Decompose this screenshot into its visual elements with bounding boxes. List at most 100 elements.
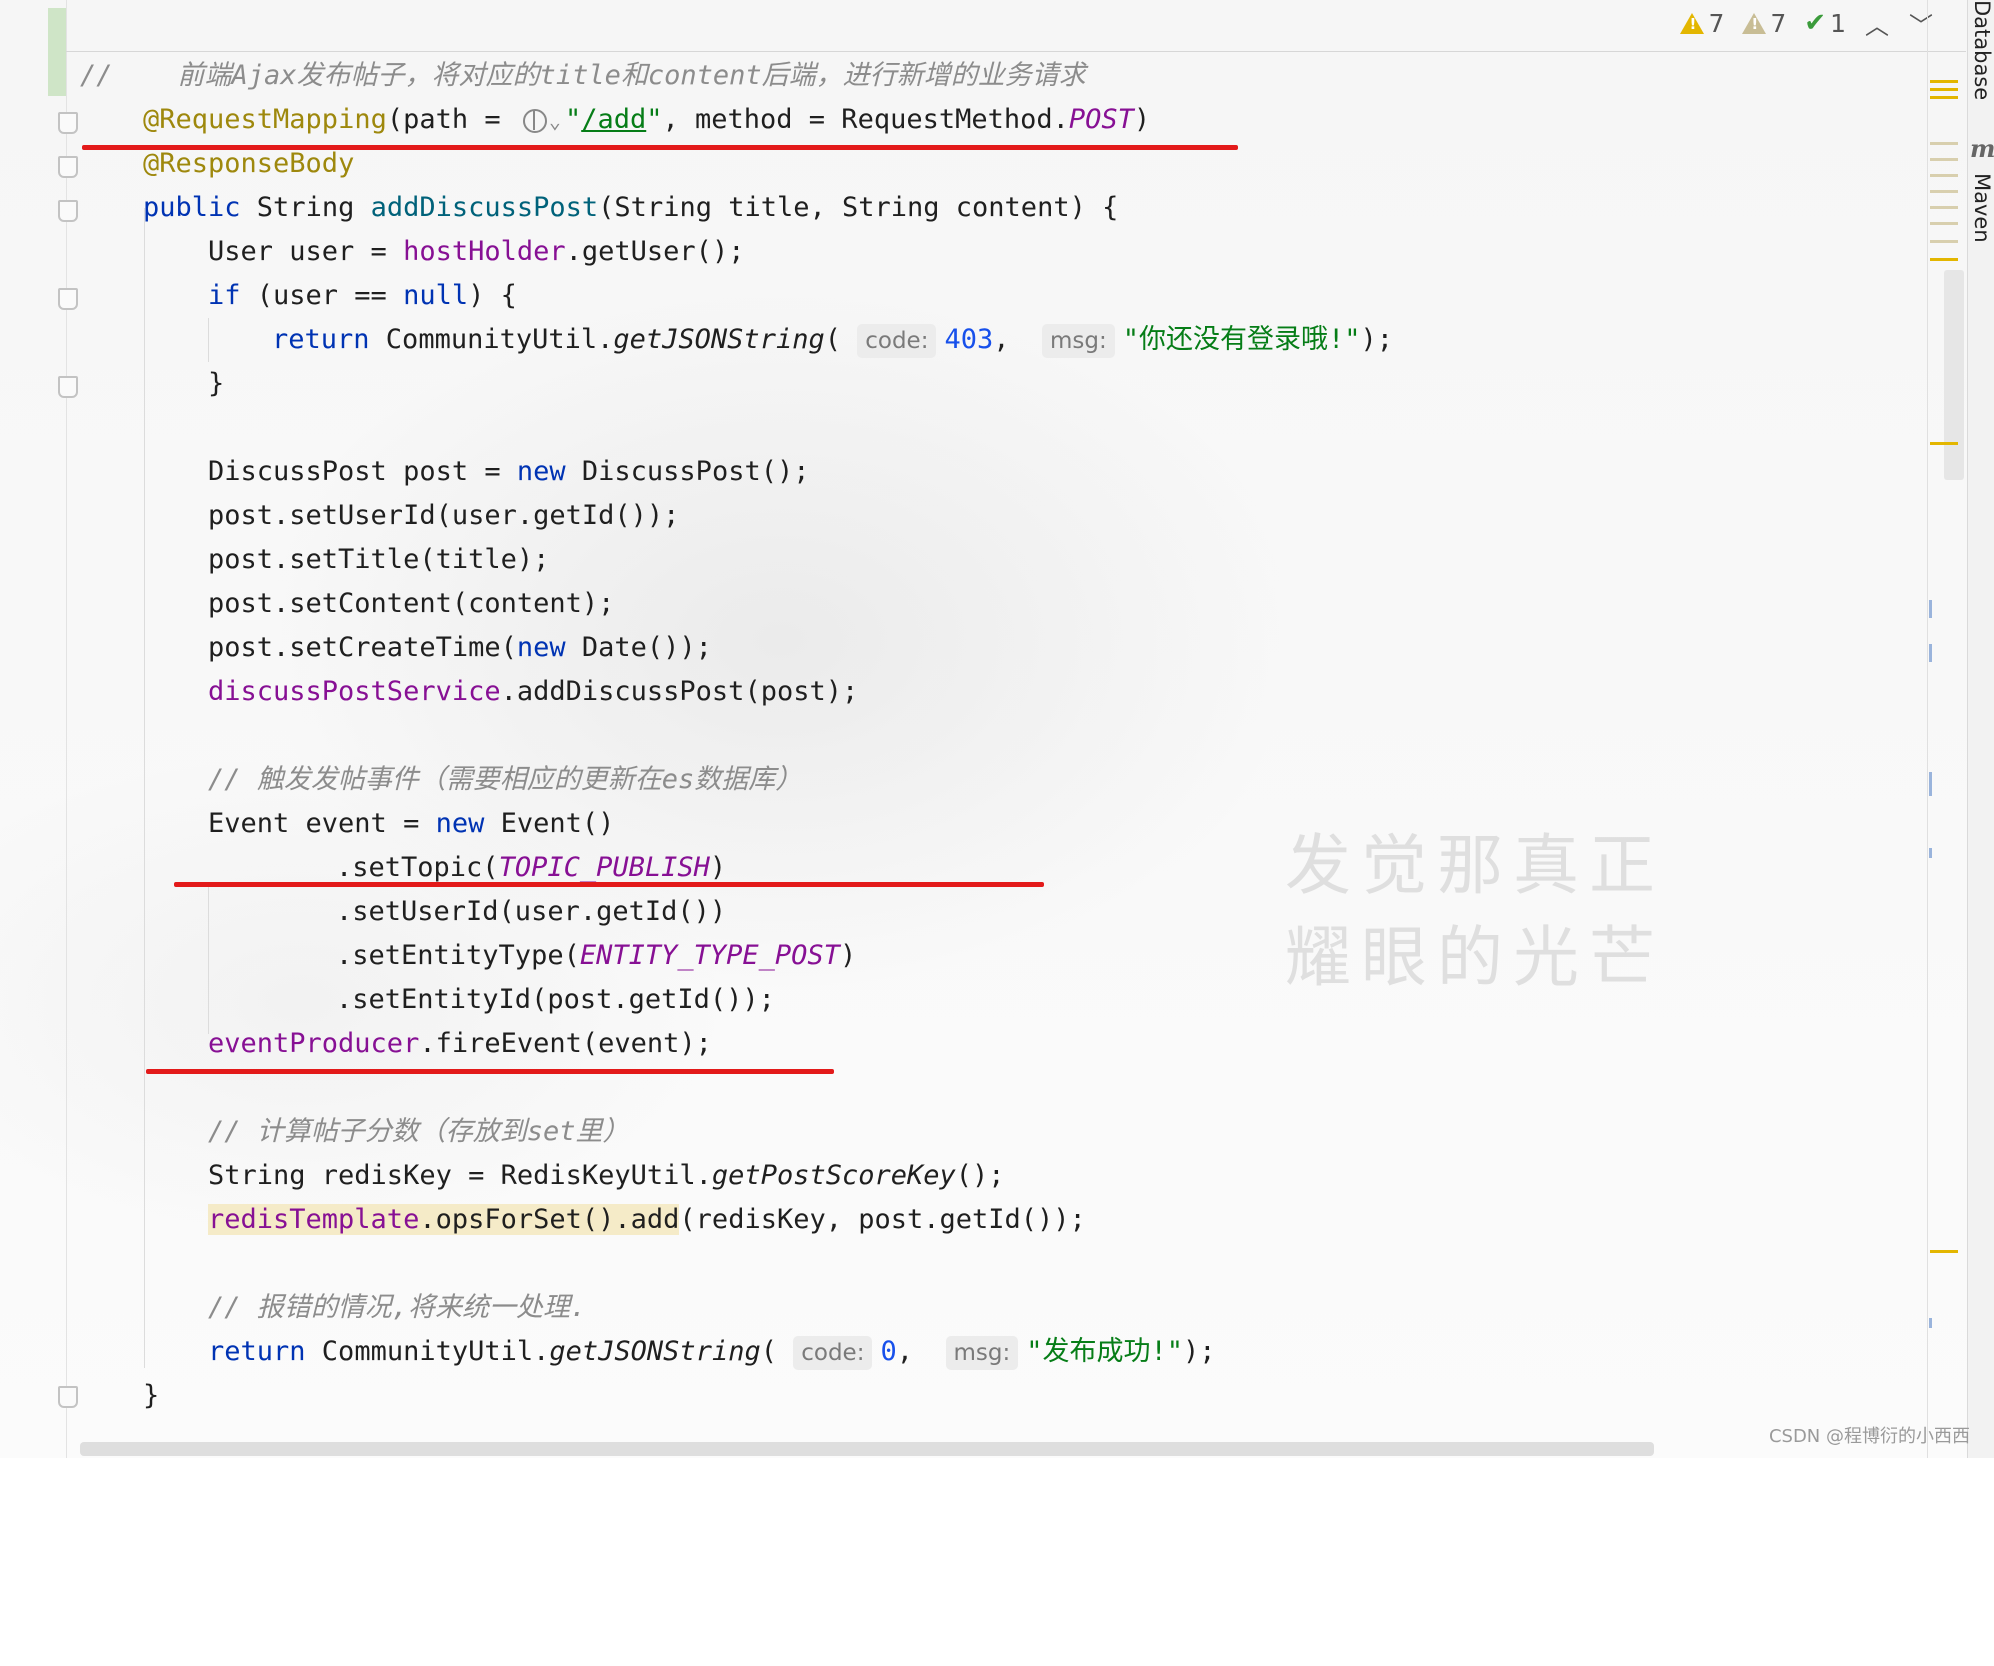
- warning-marker[interactable]: [1930, 1250, 1958, 1253]
- keyword: return: [208, 1336, 306, 1367]
- annotation-underline: [82, 145, 1238, 150]
- keyword: new: [435, 808, 485, 839]
- chevron-down-icon[interactable]: ⌄: [549, 109, 561, 133]
- horizontal-scrollbar[interactable]: [80, 1442, 1654, 1456]
- warning-marker[interactable]: [1930, 442, 1958, 445]
- code-line-13: post.setCreateTime(new Date());: [208, 626, 712, 670]
- code-text: Event event =: [208, 808, 436, 839]
- comment-text: // 触发发帖事件（需要相应的更新在es数据库）: [208, 764, 803, 795]
- string-quote: ": [564, 104, 582, 135]
- typos-count: 1: [1830, 8, 1846, 38]
- check-icon: ✔: [1804, 8, 1827, 38]
- code-text: (: [760, 1336, 794, 1367]
- code-text: CommunityUtil.: [369, 324, 614, 355]
- code-text: ,: [993, 324, 1043, 355]
- source-credit: CSDN @程博衍的小西西: [1768, 1426, 1970, 1447]
- code-text: String redisKey = RedisKeyUtil.: [208, 1160, 712, 1191]
- fold-icon[interactable]: [58, 200, 78, 222]
- warnings-indicator[interactable]: 7: [1680, 9, 1724, 38]
- code-line-2: @RequestMapping(path = ⌄ "/add", method =…: [143, 98, 1150, 142]
- vertical-scrollbar[interactable]: [1944, 270, 1964, 480]
- weak-warning-triangle-icon: [1742, 12, 1767, 34]
- code-text: .setUserId(user.getId()): [336, 896, 727, 927]
- chevron-up-icon[interactable]: ︿: [1864, 6, 1890, 41]
- url-path-link[interactable]: /add: [581, 104, 646, 135]
- parameter-hint: code:: [793, 1336, 873, 1370]
- code-text: .setEntityId(post.getId());: [336, 984, 775, 1015]
- code-line-26: return CommunityUtil.getJSONString( code…: [208, 1330, 1216, 1374]
- weak-warning-marker[interactable]: [1930, 206, 1958, 209]
- number-literal: 403: [944, 324, 994, 355]
- keyword: public: [143, 192, 241, 223]
- code-text: ): [709, 852, 727, 883]
- fold-icon[interactable]: [58, 288, 78, 310]
- code-text: (redisKey, post.getId());: [679, 1204, 1086, 1235]
- code-text: .fireEvent(event);: [419, 1028, 712, 1059]
- database-tool-tab[interactable]: Database: [1968, 0, 1994, 100]
- code-line-18: .setUserId(user.getId()): [336, 890, 726, 934]
- code-line-24: redisTemplate.opsForSet().add(redisKey, …: [208, 1198, 1086, 1242]
- comment-text: // 计算帖子分数（存放到set里）: [208, 1116, 630, 1147]
- globe-icon[interactable]: [522, 108, 547, 133]
- parameter-hint: msg:: [1042, 324, 1115, 358]
- weak-warning-marker[interactable]: [1930, 174, 1958, 177]
- maven-icon: m: [1970, 134, 1994, 163]
- inspection-widget[interactable]: 7 7 ✔ 1 ︿ ﹀: [1680, 6, 1934, 40]
- string-literal: "发布成功!": [1026, 1336, 1184, 1367]
- weak-warning-marker[interactable]: [1930, 142, 1958, 145]
- code-line-21: eventProducer.fireEvent(event);: [208, 1022, 712, 1066]
- weak-warning-marker[interactable]: [1930, 190, 1958, 193]
- code-line-5: User user = hostHolder.getUser();: [208, 230, 744, 274]
- weak-warnings-indicator[interactable]: 7: [1742, 9, 1786, 38]
- code-text: DiscussPost post =: [208, 456, 517, 487]
- change-marker[interactable]: [1929, 1318, 1932, 1328]
- code-line-19: .setEntityType(ENTITY_TYPE_POST): [336, 934, 856, 978]
- fold-icon[interactable]: [58, 1386, 78, 1408]
- code-text: );: [1360, 324, 1394, 355]
- code-text: ): [1133, 104, 1151, 135]
- constant: POST: [1068, 104, 1134, 135]
- change-marker[interactable]: [1929, 600, 1932, 618]
- weak-warning-marker[interactable]: [1930, 222, 1958, 225]
- code-text: ();: [955, 1160, 1005, 1191]
- code-text: Date());: [565, 632, 712, 663]
- keyword: new: [516, 632, 566, 663]
- weak-warning-marker[interactable]: [1930, 158, 1958, 161]
- code-line-23: String redisKey = RedisKeyUtil.getPostSc…: [208, 1154, 1005, 1198]
- warning-marker[interactable]: [1930, 88, 1958, 91]
- code-text: ): [839, 940, 857, 971]
- keyword: new: [516, 456, 566, 487]
- weak-warning-marker[interactable]: [1930, 240, 1958, 243]
- code-text: DiscussPost();: [565, 456, 810, 487]
- change-marker[interactable]: [1929, 772, 1932, 796]
- code-text: post.setCreateTime(: [208, 632, 517, 663]
- code-editor[interactable]: // 前端Ajax发布帖子，将对应的title和content后端，进行新增的业…: [80, 54, 1914, 1666]
- code-text: CommunityUtil.: [305, 1336, 550, 1367]
- vcs-change-marker[interactable]: [48, 8, 66, 96]
- code-text: Event(): [484, 808, 615, 839]
- warning-marker[interactable]: [1930, 258, 1958, 261]
- comment-slashes: //: [80, 60, 113, 91]
- chevron-down-icon[interactable]: ﹀: [1908, 6, 1934, 41]
- code-text: (user ==: [240, 280, 404, 311]
- warning-marker[interactable]: [1930, 80, 1958, 83]
- fold-icon[interactable]: [58, 112, 78, 134]
- fold-icon[interactable]: [58, 156, 78, 178]
- method-declaration: addDiscussPost: [370, 192, 599, 223]
- code-text: );: [1183, 1336, 1216, 1367]
- code-line-14: discussPostService.addDiscussPost(post);: [208, 670, 858, 714]
- code-text: post.setTitle(title);: [208, 544, 550, 575]
- field: discussPostService: [208, 676, 501, 707]
- code-line-9: DiscussPost post = new DiscussPost();: [208, 450, 809, 494]
- change-marker[interactable]: [1929, 644, 1932, 662]
- code-text: .getUser();: [565, 236, 745, 267]
- number-literal: 0: [880, 1336, 897, 1367]
- change-marker[interactable]: [1929, 848, 1932, 858]
- typos-indicator[interactable]: ✔ 1: [1804, 8, 1846, 38]
- warning-triangle-icon: [1680, 12, 1705, 34]
- maven-tool-tab[interactable]: Maven: [1968, 168, 1994, 248]
- fold-icon[interactable]: [58, 376, 78, 398]
- code-text: .setEntityType(: [336, 940, 580, 971]
- warning-marker[interactable]: [1930, 96, 1958, 99]
- weak-warnings-count: 7: [1770, 8, 1787, 38]
